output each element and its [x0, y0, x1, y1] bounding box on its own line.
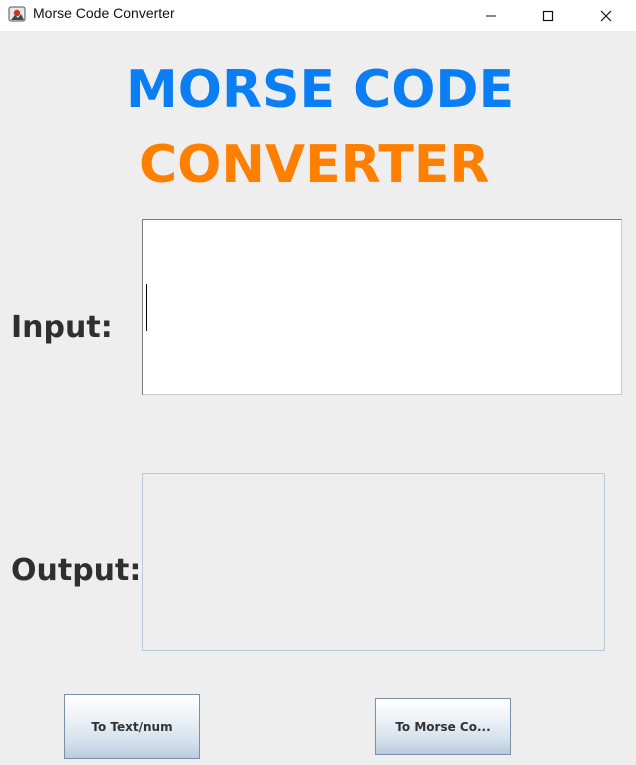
- heading-converter: CONVERTER: [139, 135, 490, 195]
- title-bar: Morse Code Converter: [0, 0, 636, 31]
- maximize-button[interactable]: [519, 0, 577, 31]
- input-label: Input:: [11, 310, 113, 345]
- close-icon: [600, 10, 612, 21]
- output-label: Output:: [11, 553, 142, 588]
- to-morse-button[interactable]: To Morse Co...: [375, 698, 511, 755]
- input-textarea[interactable]: [142, 219, 622, 395]
- close-button[interactable]: [577, 0, 635, 31]
- maximize-icon: [542, 10, 554, 21]
- minimize-button[interactable]: [462, 0, 520, 31]
- java-app-icon: [8, 6, 26, 22]
- heading-morse-code: MORSE CODE: [126, 60, 515, 120]
- to-text-button[interactable]: To Text/num: [64, 694, 200, 759]
- minimize-icon: [486, 15, 496, 16]
- window-title: Morse Code Converter: [33, 5, 175, 21]
- output-textarea: [142, 473, 605, 651]
- text-caret: [146, 284, 147, 331]
